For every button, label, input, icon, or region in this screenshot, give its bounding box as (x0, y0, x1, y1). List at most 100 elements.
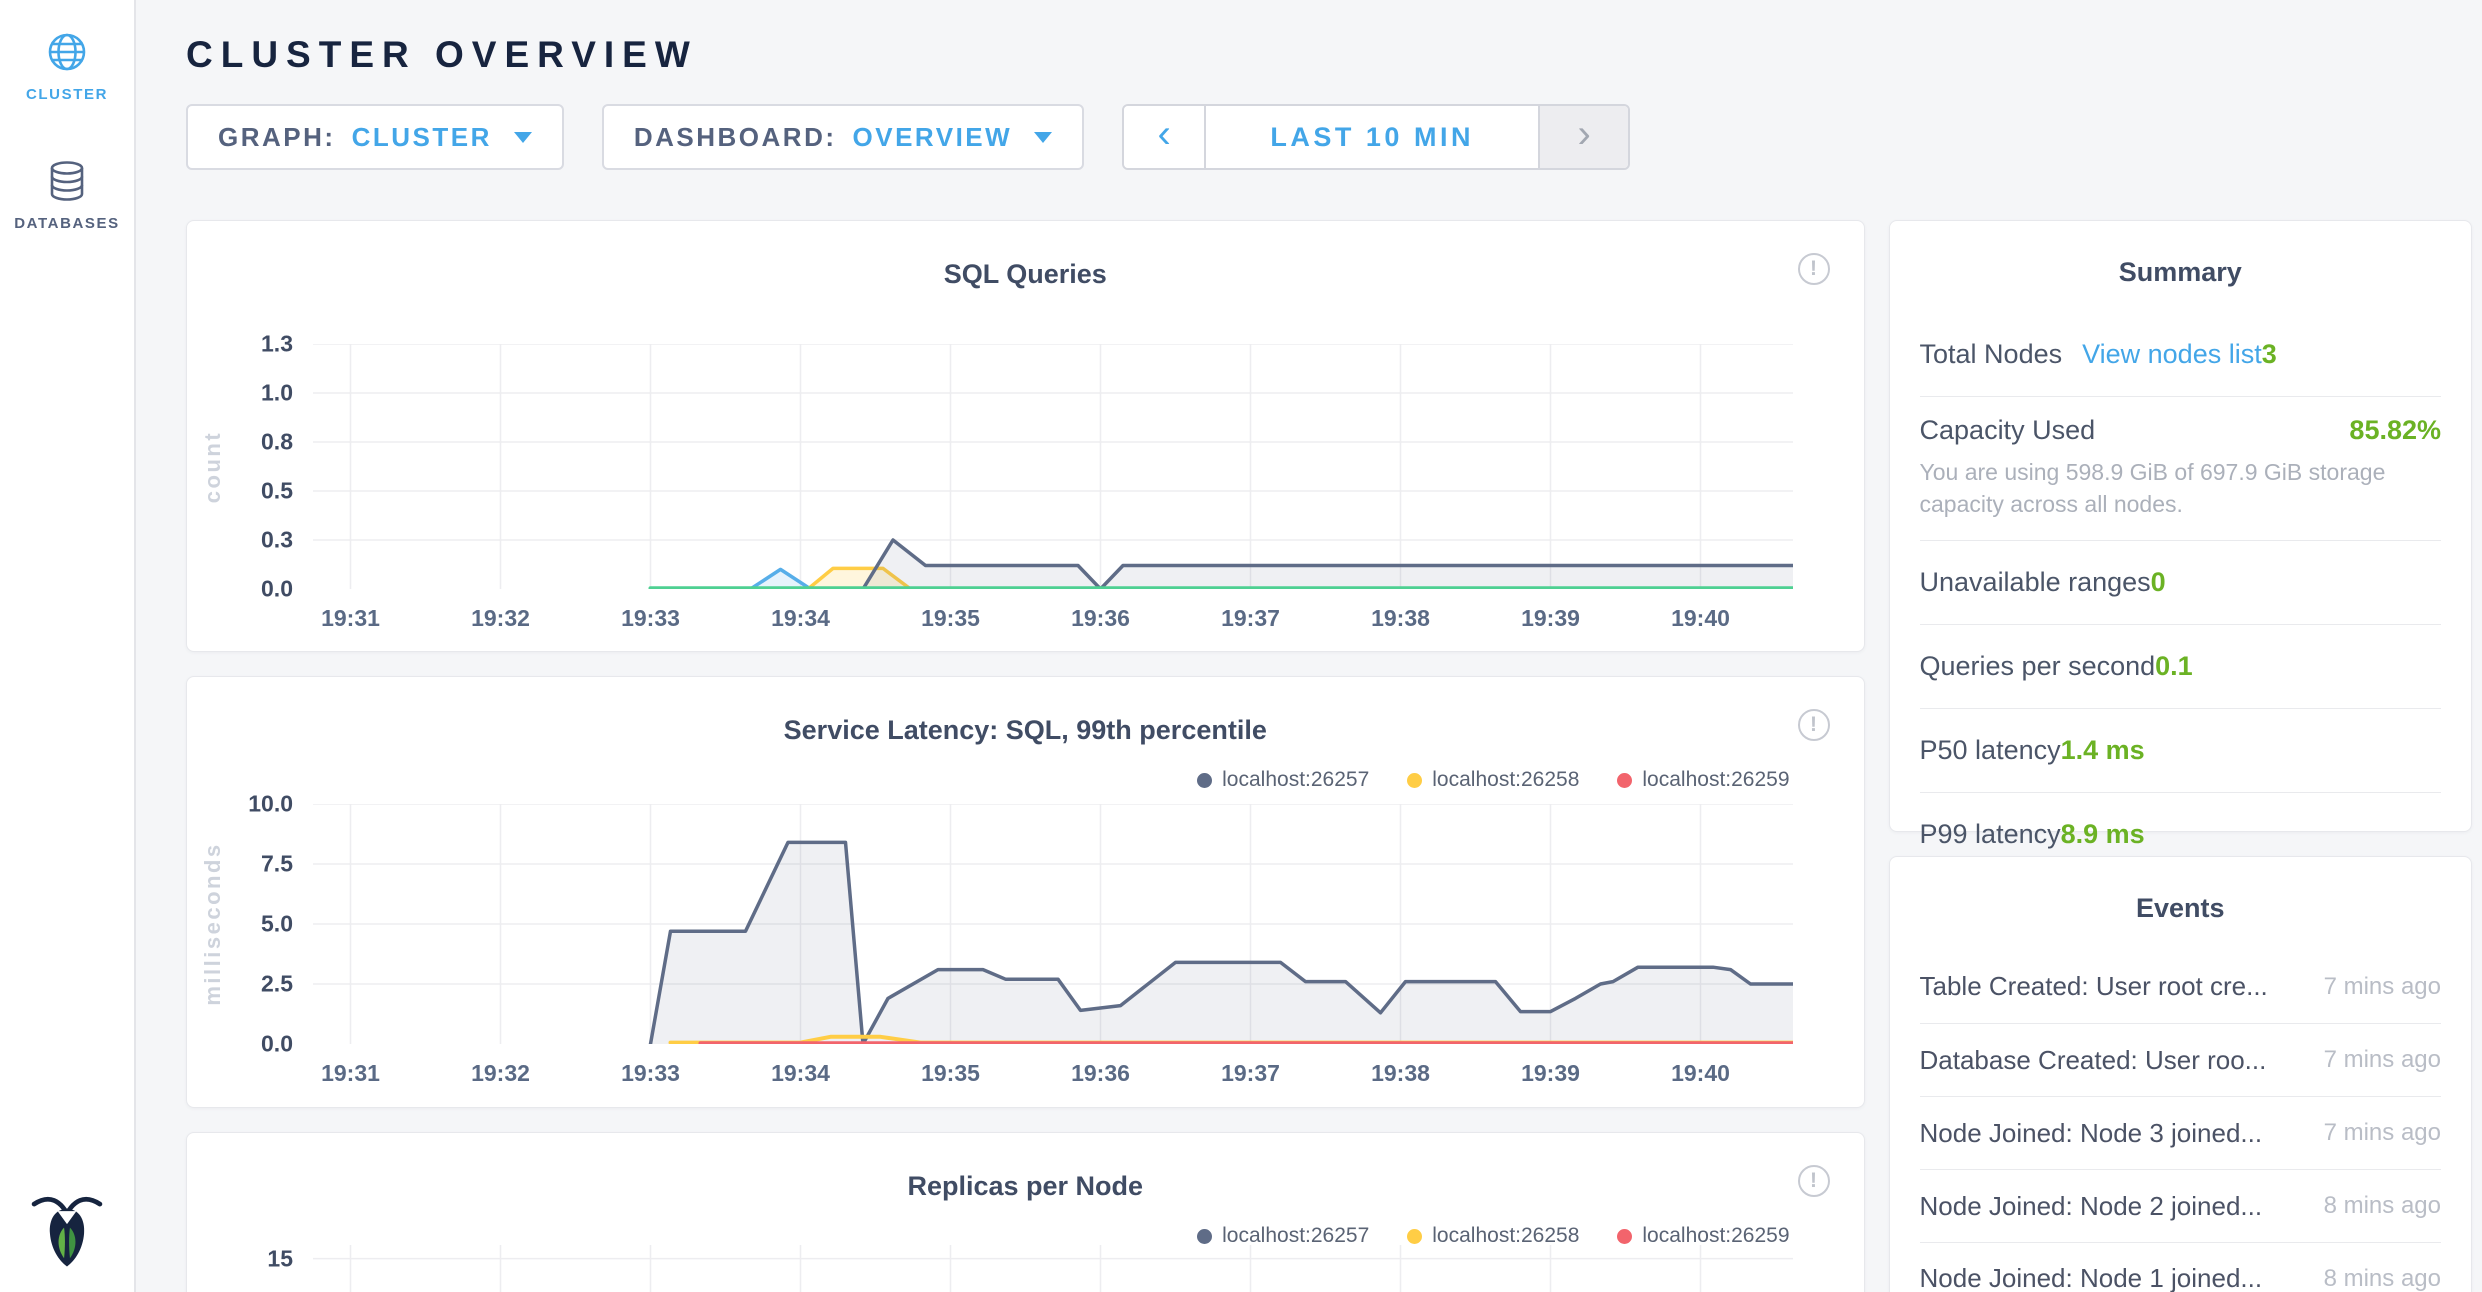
sidebar-item-databases[interactable]: DATABASES (14, 159, 120, 232)
graph-dropdown-value: CLUSTER (352, 122, 492, 153)
event-text: Node Joined: Node 2 joined... (1920, 1191, 2263, 1222)
main-content: CLUSTER OVERVIEW GRAPH: CLUSTER DASHBOAR… (138, 0, 2482, 1292)
summary-label: Queries per second (1920, 651, 2156, 682)
chart-title: Service Latency: SQL, 99th percentile (187, 677, 1864, 746)
x-tick-label: 19:32 (471, 605, 530, 632)
x-tick-label: 19:40 (1671, 605, 1730, 632)
legend-dot (1617, 773, 1632, 788)
x-tick-label: 19:33 (621, 605, 680, 632)
y-axis-unit-label: milliseconds (200, 842, 226, 1005)
legend-item: localhost:26257 (1197, 768, 1369, 792)
events-panel: Events Table Created: User root cre...7 … (1889, 856, 2472, 1292)
x-tick-label: 19:36 (1071, 605, 1130, 632)
x-tick-label: 19:31 (321, 605, 380, 632)
chart-plot-area: 151050 19:3119:3219:3319:3419:3519:3619:… (187, 1245, 1864, 1292)
x-tick-label: 19:39 (1521, 1060, 1580, 1087)
legend-dot (1617, 1229, 1632, 1244)
summary-row-main: P99 latency8.9 ms (1920, 819, 2145, 850)
event-row[interactable]: Database Created: User roo...7 mins ago (1920, 1023, 2441, 1096)
y-tick-label: 15 (267, 1245, 293, 1272)
chart-title: SQL Queries (187, 221, 1864, 290)
database-icon (45, 159, 89, 203)
event-row[interactable]: Node Joined: Node 1 joined...8 mins ago (1920, 1242, 2441, 1292)
chart-svg (313, 1245, 1793, 1292)
graph-dropdown[interactable]: GRAPH: CLUSTER (186, 104, 564, 170)
summary-label-wrap: Total NodesView nodes list (1920, 339, 2262, 370)
legend-dot (1407, 773, 1422, 788)
summary-label-wrap: Capacity Used (1920, 415, 2096, 446)
y-axis: 0.02.55.07.510.0milliseconds (187, 804, 313, 1044)
legend-dot (1197, 773, 1212, 788)
events-title: Events (1920, 857, 2441, 924)
info-icon[interactable]: ! (1798, 253, 1830, 285)
page-title: CLUSTER OVERVIEW (186, 34, 2472, 76)
sidebar: CLUSTER DATABASES (0, 0, 136, 1292)
chevron-down-icon (514, 132, 532, 143)
legend-label: localhost:26258 (1432, 768, 1579, 792)
summary-row-main: Total NodesView nodes list3 (1920, 339, 2277, 370)
y-tick-label: 7.5 (261, 851, 293, 878)
summary-value: 0.1 (2155, 651, 2193, 682)
x-tick-label: 19:37 (1221, 605, 1280, 632)
plot (313, 1245, 1793, 1292)
event-time: 8 mins ago (2324, 1265, 2441, 1292)
y-tick-label: 1.3 (261, 331, 293, 358)
x-tick-label: 19:40 (1671, 1060, 1730, 1087)
x-axis: 19:3119:3219:3319:3419:3519:3619:3719:38… (313, 1044, 1864, 1092)
event-time: 8 mins ago (2324, 1192, 2441, 1220)
plot (313, 344, 1793, 589)
plot (313, 804, 1793, 1044)
summary-label-wrap: P50 latency (1920, 735, 2061, 766)
summary-row-main: Unavailable ranges0 (1920, 567, 2166, 598)
summary-label: Unavailable ranges (1920, 567, 2151, 598)
event-row[interactable]: Node Joined: Node 3 joined... 7 mins ago (1920, 1096, 2441, 1169)
chart-plot-area: 0.00.30.50.81.01.3count 19:3119:3219:331… (187, 344, 1864, 637)
replicas-per-node-chart-card: Replicas per Node ! localhost:26257local… (186, 1132, 1865, 1292)
info-icon[interactable]: ! (1798, 709, 1830, 741)
time-range-prev-button[interactable]: ‹ (1124, 106, 1206, 168)
event-row[interactable]: Node Joined: Node 2 joined... 8 mins ago (1920, 1169, 2441, 1242)
summary-row-main: P50 latency1.4 ms (1920, 735, 2145, 766)
controls-bar: GRAPH: CLUSTER DASHBOARD: OVERVIEW ‹ LAS… (186, 104, 2472, 170)
x-tick-label: 19:37 (1221, 1060, 1280, 1087)
dashboard-dropdown[interactable]: DASHBOARD: OVERVIEW (602, 104, 1084, 170)
x-tick-label: 19:38 (1371, 605, 1430, 632)
x-tick-label: 19:39 (1521, 605, 1580, 632)
summary-label: P99 latency (1920, 819, 2061, 850)
summary-label-wrap: Unavailable ranges (1920, 567, 2151, 598)
y-tick-label: 0.8 (261, 429, 293, 456)
summary-row: Capacity Used85.82%You are using 598.9 G… (1920, 396, 2441, 540)
globe-icon (45, 30, 89, 74)
sidebar-item-label: CLUSTER (26, 86, 108, 103)
y-tick-label: 2.5 (261, 971, 293, 998)
x-tick-label: 19:34 (771, 605, 830, 632)
cockroachdb-logo (29, 1190, 105, 1270)
side-panels-column: Summary Total NodesView nodes list3 Capac… (1889, 220, 2472, 1292)
sql-queries-chart-card: SQL Queries ! 0.00.30.50.81.01.3count 19… (186, 220, 1865, 652)
summary-row: Total NodesView nodes list3 (1920, 312, 2441, 396)
info-icon[interactable]: ! (1798, 1165, 1830, 1197)
event-text: Node Joined: Node 3 joined... (1920, 1118, 2263, 1149)
time-range-label[interactable]: LAST 10 MIN (1206, 106, 1538, 168)
summary-value: 85.82% (2349, 415, 2441, 446)
summary-panel: Summary Total NodesView nodes list3 Capac… (1889, 220, 2472, 832)
time-range-next-button[interactable]: › (1538, 106, 1628, 168)
event-row[interactable]: Table Created: User root cre...7 mins ag… (1920, 950, 2441, 1023)
event-time: 7 mins ago (2324, 1119, 2441, 1147)
summary-row: Queries per second0.1 (1920, 624, 2441, 708)
y-tick-label: 5.0 (261, 911, 293, 938)
summary-row: P50 latency1.4 ms (1920, 708, 2441, 792)
service-latency-chart-card: Service Latency: SQL, 99th percentile ! … (186, 676, 1865, 1108)
summary-value: 0 (2151, 567, 2166, 598)
event-time: 7 mins ago (2324, 973, 2441, 1001)
sidebar-item-label: DATABASES (14, 215, 120, 232)
chart-svg (313, 344, 1793, 589)
summary-title: Summary (1920, 221, 2441, 288)
summary-row-main: Capacity Used 85.82% (1920, 415, 2441, 446)
y-tick-label: 1.0 (261, 380, 293, 407)
x-axis: 19:31 19:32 19:33 19:34 19:35 19:36 19:37 19:38… (313, 589, 1864, 637)
sidebar-item-cluster[interactable]: CLUSTER (26, 30, 108, 103)
x-tick-label: 19:35 (921, 605, 980, 632)
time-range-selector: ‹ LAST 10 MIN › (1122, 104, 1630, 170)
view-nodes-list-link[interactable]: View nodes list (2082, 339, 2262, 370)
